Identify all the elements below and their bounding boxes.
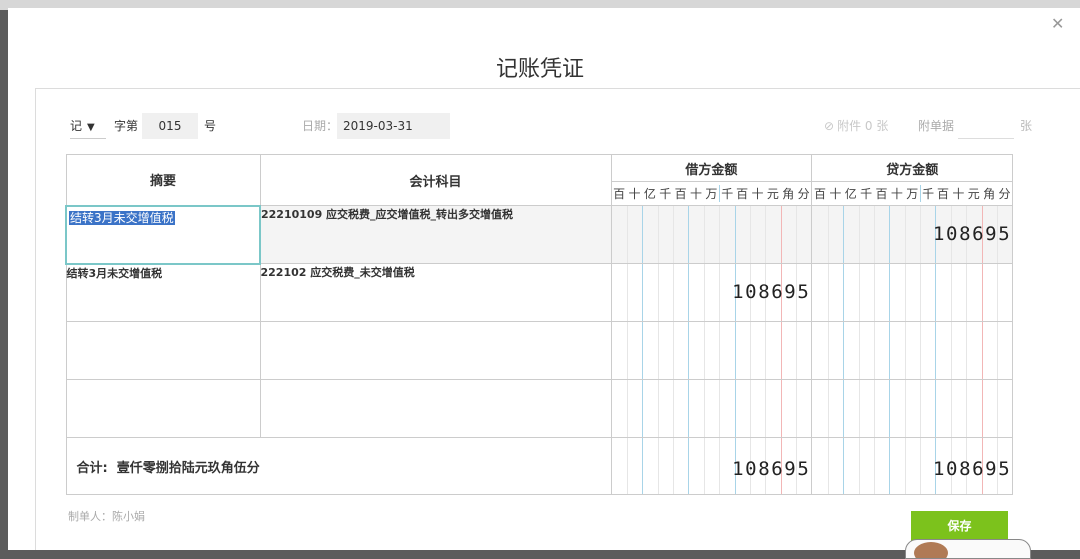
dialog-title: 记账凭证 (495, 57, 584, 82)
account-cell[interactable] (259, 379, 612, 438)
attachment-text: 附件 0 张 (837, 119, 889, 133)
date-input[interactable]: 2019-03-31 (337, 113, 450, 139)
digit-header-1: 十 (829, 187, 842, 201)
total-label-cell: 合计: 壹仟零捌拾陆元玖角伍分 (65, 437, 612, 495)
digit-header-6: 万 (906, 187, 919, 201)
digit-header-1: 十 (628, 187, 641, 201)
digit-header-11: 角 (983, 187, 996, 201)
avatar-photo (914, 542, 948, 558)
digit-header-2: 亿 (643, 187, 656, 201)
debit-digit-headers: 百十亿千百十万千百十元角分 (610, 181, 813, 206)
credit-cell[interactable] (811, 379, 1014, 438)
table-row: 结转3月未交增值税 22210109 应交税费_应交增值税_转出多交增值税 10… (65, 204, 1014, 265)
summary-cell[interactable] (65, 321, 261, 380)
paperclip-icon: ⊘ (824, 119, 835, 133)
total-debit-cell: 108695 (610, 437, 813, 495)
table-header-row: 摘要 会计科目 借方金额 贷方金额 (65, 154, 1014, 206)
hao-label: 号 (204, 119, 217, 133)
digit-header-8: 百 (937, 187, 950, 201)
summary-input[interactable]: 结转3月未交增值税 (65, 204, 261, 265)
voucher-table: 摘要 会计科目 借方金额 贷方金额 百十亿千百十万千百十元角分 百十亿千百十万千… (65, 154, 1014, 495)
maker-label: 制单人：陈小娟 (68, 510, 145, 523)
account-cell[interactable] (259, 321, 612, 380)
summary-cell[interactable]: 结转3月未交增值税 (65, 263, 261, 322)
table-row (65, 321, 1014, 380)
credit-cell[interactable] (811, 263, 1014, 322)
digit-header-12: 分 (797, 187, 810, 201)
digit-header-10: 元 (766, 187, 779, 201)
total-row: 合计: 壹仟零捌拾陆元玖角伍分 108695 108695 (65, 437, 1014, 495)
debit-header: 借方金额 (610, 154, 813, 182)
credit-cell[interactable] (811, 321, 1014, 380)
digit-header-5: 十 (890, 187, 903, 201)
voucher-number-input[interactable]: 015 (142, 113, 198, 139)
summary-cell[interactable] (65, 379, 261, 438)
digit-header-3: 千 (659, 187, 672, 201)
total-label: 合计: (76, 461, 108, 476)
avatar (905, 539, 1031, 559)
digit-header-9: 十 (952, 187, 965, 201)
total-debit-amount: 108695 (732, 458, 811, 480)
zhang-label: 张 (1020, 119, 1033, 133)
fudanju-input[interactable] (958, 113, 1014, 139)
account-header: 会计科目 (259, 154, 612, 206)
digit-header-8: 百 (736, 187, 749, 201)
summary-text-selected: 结转3月未交增值税 (69, 210, 175, 225)
digit-header-11: 角 (782, 187, 795, 201)
digit-header-0: 百 (814, 187, 827, 201)
digit-header-5: 十 (690, 187, 703, 201)
caret-down-icon: ▼ (87, 122, 95, 133)
credit-amount: 108695 (933, 223, 1012, 245)
digit-header-12: 分 (998, 187, 1011, 201)
debit-cell[interactable] (610, 379, 813, 438)
voucher-type-select[interactable]: 记 ▼ (70, 113, 106, 139)
date-label: 日期： (302, 119, 339, 133)
table-row (65, 379, 1014, 438)
digit-header-0: 百 (613, 187, 626, 201)
account-cell[interactable]: 222102 应交税费_未交增值税 (259, 263, 612, 322)
ziding-label: 字第 (114, 119, 139, 133)
digit-header-10: 元 (967, 187, 980, 201)
voucher-type-value: 记 (70, 119, 83, 133)
fudanju-label: 附单据 (918, 119, 955, 133)
credit-digit-headers: 百十亿千百十万千百十元角分 (811, 181, 1014, 206)
digit-header-4: 百 (674, 187, 687, 201)
digit-header-7: 千 (719, 185, 734, 202)
total-amount-words: 壹仟零捌拾陆元玖角伍分 (116, 461, 260, 476)
digit-header-4: 百 (875, 187, 888, 201)
debit-cell[interactable]: 108695 (610, 263, 813, 322)
credit-header: 贷方金额 (811, 154, 1014, 182)
debit-cell[interactable] (610, 321, 813, 380)
debit-cell[interactable] (610, 205, 813, 264)
digit-header-7: 千 (920, 185, 935, 202)
total-credit-amount: 108695 (933, 458, 1012, 480)
digit-header-6: 万 (705, 187, 718, 201)
summary-header: 摘要 (65, 154, 261, 206)
total-credit-cell: 108695 (811, 437, 1014, 495)
digit-header-9: 十 (751, 187, 764, 201)
table-row: 结转3月未交增值税 222102 应交税费_未交增值税 108695 (65, 263, 1014, 322)
digit-header-3: 千 (860, 187, 873, 201)
debit-amount: 108695 (732, 281, 811, 303)
close-icon[interactable]: ✕ (1051, 16, 1064, 32)
account-cell[interactable]: 22210109 应交税费_应交增值税_转出多交增值税 (259, 205, 612, 264)
credit-cell[interactable]: 108695 (811, 205, 1014, 264)
attachment-link[interactable]: ⊘ 附件 0 张 (824, 113, 888, 139)
digit-header-2: 亿 (844, 187, 857, 201)
save-button[interactable]: 保存 (911, 511, 1008, 541)
